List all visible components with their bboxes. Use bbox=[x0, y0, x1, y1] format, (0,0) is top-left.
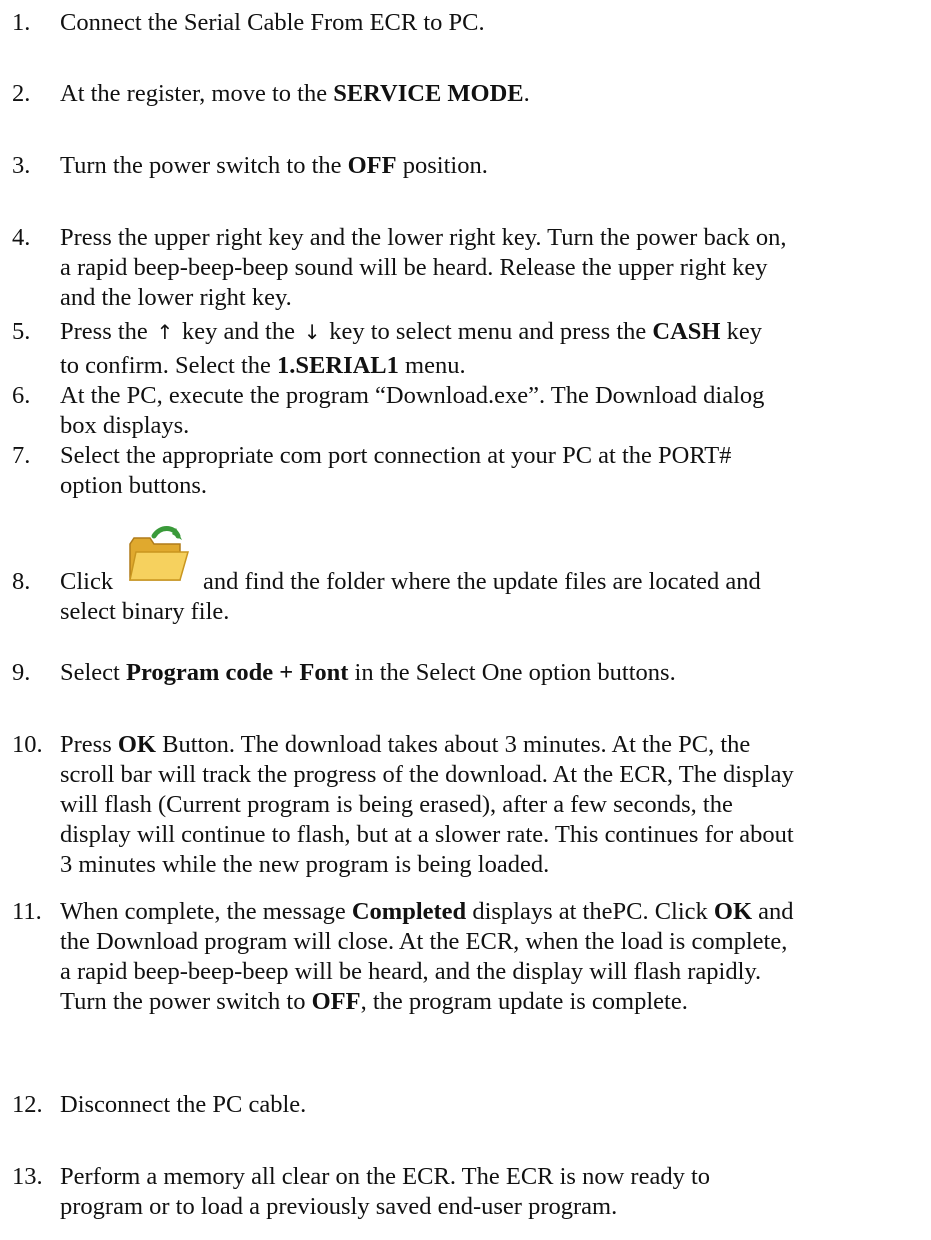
completed-term: Completed bbox=[351, 898, 467, 925]
ok-button-term: OK bbox=[117, 731, 156, 758]
step-number: 3. bbox=[12, 152, 31, 179]
step-text: Connect the Serial Cable From ECR to PC. bbox=[60, 9, 485, 36]
step-number: 7. bbox=[12, 442, 31, 469]
step-text: At the PC, execute the program “Download… bbox=[60, 382, 765, 439]
off-term: OFF bbox=[311, 988, 361, 1015]
step-number: 4. bbox=[12, 224, 31, 251]
step-number: 6. bbox=[12, 382, 31, 409]
step-number: 13. bbox=[12, 1163, 43, 1190]
open-folder-icon[interactable] bbox=[126, 524, 190, 586]
step-text: Disconnect the PC cable. bbox=[60, 1091, 307, 1118]
step-number: 1. bbox=[12, 9, 31, 36]
step-text: Select the appropriate com port connecti… bbox=[60, 442, 732, 499]
step-text: Turn the power switch to the OFF positio… bbox=[60, 152, 488, 179]
off-term: OFF bbox=[347, 152, 397, 179]
up-arrow-key-icon: ↑ bbox=[156, 320, 174, 344]
step-number: 2. bbox=[12, 80, 31, 107]
step-text: Press OK Button. The download takes abou… bbox=[60, 731, 794, 878]
step-text: When complete, the message Completed dis… bbox=[60, 898, 794, 1015]
step-number: 11. bbox=[12, 898, 42, 925]
program-code-font-term: Program code + Font bbox=[126, 659, 349, 686]
step-number: 12. bbox=[12, 1091, 43, 1118]
step-text: Press the upper right key and the lower … bbox=[60, 224, 787, 311]
step-text: Press the ↑ key and the ↓ key to select … bbox=[60, 318, 762, 379]
step-text: Click and find the folder where the upda… bbox=[60, 526, 927, 627]
step-text: At the register, move to the SERVICE MOD… bbox=[60, 80, 530, 107]
step-number: 9. bbox=[12, 659, 31, 686]
step-text: Select Program code + Font in the Select… bbox=[60, 659, 676, 686]
step-text: Perform a memory all clear on the ECR. T… bbox=[60, 1163, 711, 1220]
step-number: 8. bbox=[12, 568, 31, 595]
service-mode-term: SERVICE MODE bbox=[333, 80, 524, 107]
ok-term: OK bbox=[713, 898, 753, 925]
serial1-menu-term: 1.SERIAL1 bbox=[277, 352, 399, 379]
step-number: 5. bbox=[12, 318, 31, 345]
cash-key-term: CASH bbox=[652, 318, 721, 345]
step-number: 10. bbox=[12, 731, 43, 758]
down-arrow-key-icon: ↓ bbox=[303, 320, 321, 344]
